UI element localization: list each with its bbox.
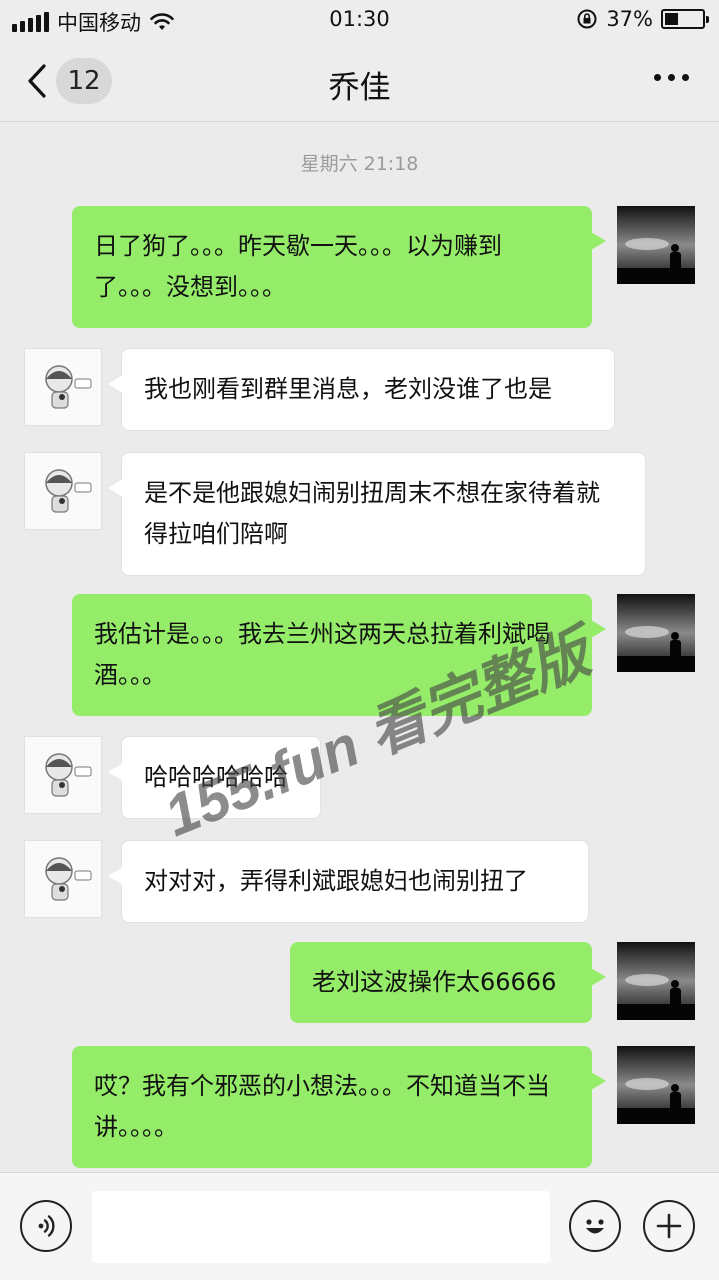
more-button[interactable]: [654, 74, 689, 81]
chat-title: 乔佳: [328, 70, 391, 106]
battery-icon: [661, 9, 709, 29]
avatar-other-image: [25, 737, 101, 813]
signal-icon: [12, 12, 49, 32]
avatar-other-image: [25, 349, 101, 425]
avatar-other[interactable]: [24, 736, 102, 814]
input-bar: [0, 1172, 719, 1280]
message-bubble-other[interactable]: 是不是他跟媳妇闹别扭周末不想在家待着就得拉咱们陪啊: [108, 452, 646, 576]
avatar-other[interactable]: [24, 348, 102, 426]
battery-percent: 37%: [606, 7, 653, 31]
avatar-other[interactable]: [24, 452, 102, 530]
avatar-other-image: [25, 453, 101, 529]
avatar-self[interactable]: [617, 206, 695, 284]
plus-icon: [656, 1213, 682, 1239]
message-bubble-self[interactable]: 老刘这波操作太66666: [290, 942, 606, 1023]
message-bubble-other[interactable]: 哈哈哈哈哈哈: [108, 736, 321, 819]
more-dots-icon: [654, 74, 661, 81]
message-input[interactable]: [92, 1191, 550, 1263]
emoji-icon: [586, 1219, 604, 1234]
chat-header: 12 乔佳: [0, 40, 719, 122]
voice-icon: [38, 1215, 55, 1237]
chat-area[interactable]: 星期六 21:18 日了狗了。。。昨天歇一天。。。以为赚到了。。。没想到。。。: [0, 122, 719, 1172]
voice-button[interactable]: [20, 1200, 72, 1252]
avatar-other[interactable]: [24, 840, 102, 918]
message-bubble-self[interactable]: 我估计是。。。我去兰州这两天总拉着利斌喝酒。。。: [72, 594, 606, 716]
avatar-self[interactable]: [617, 942, 695, 1020]
plus-button[interactable]: [643, 1200, 695, 1252]
message-bubble-other[interactable]: 对对对，弄得利斌跟媳妇也闹别扭了: [108, 840, 589, 923]
message-timestamp: 星期六 21:18: [300, 153, 419, 175]
avatar-self[interactable]: [617, 594, 695, 672]
avatar-self-image: [617, 942, 695, 1020]
carrier-name: 中国移动: [57, 11, 141, 35]
avatar-self-image: [617, 594, 695, 672]
avatar-other-image: [25, 841, 101, 917]
wifi-icon: [150, 13, 174, 30]
avatar-self-image: [617, 206, 695, 284]
avatar-self-image: [617, 1046, 695, 1124]
message-bubble-self[interactable]: 哎？我有个邪恶的小想法。。。不知道当不当讲。。。。: [72, 1046, 606, 1168]
rotation-lock-icon: [577, 9, 597, 29]
avatar-self[interactable]: [617, 1046, 695, 1124]
message-bubble-self[interactable]: 日了狗了。。。昨天歇一天。。。以为赚到了。。。没想到。。。: [72, 206, 606, 328]
emoji-button[interactable]: [569, 1200, 621, 1252]
message-bubble-other[interactable]: 我也刚看到群里消息，老刘没谁了也是: [108, 348, 615, 431]
status-bar: 中国移动 01:30 37%: [0, 0, 719, 40]
